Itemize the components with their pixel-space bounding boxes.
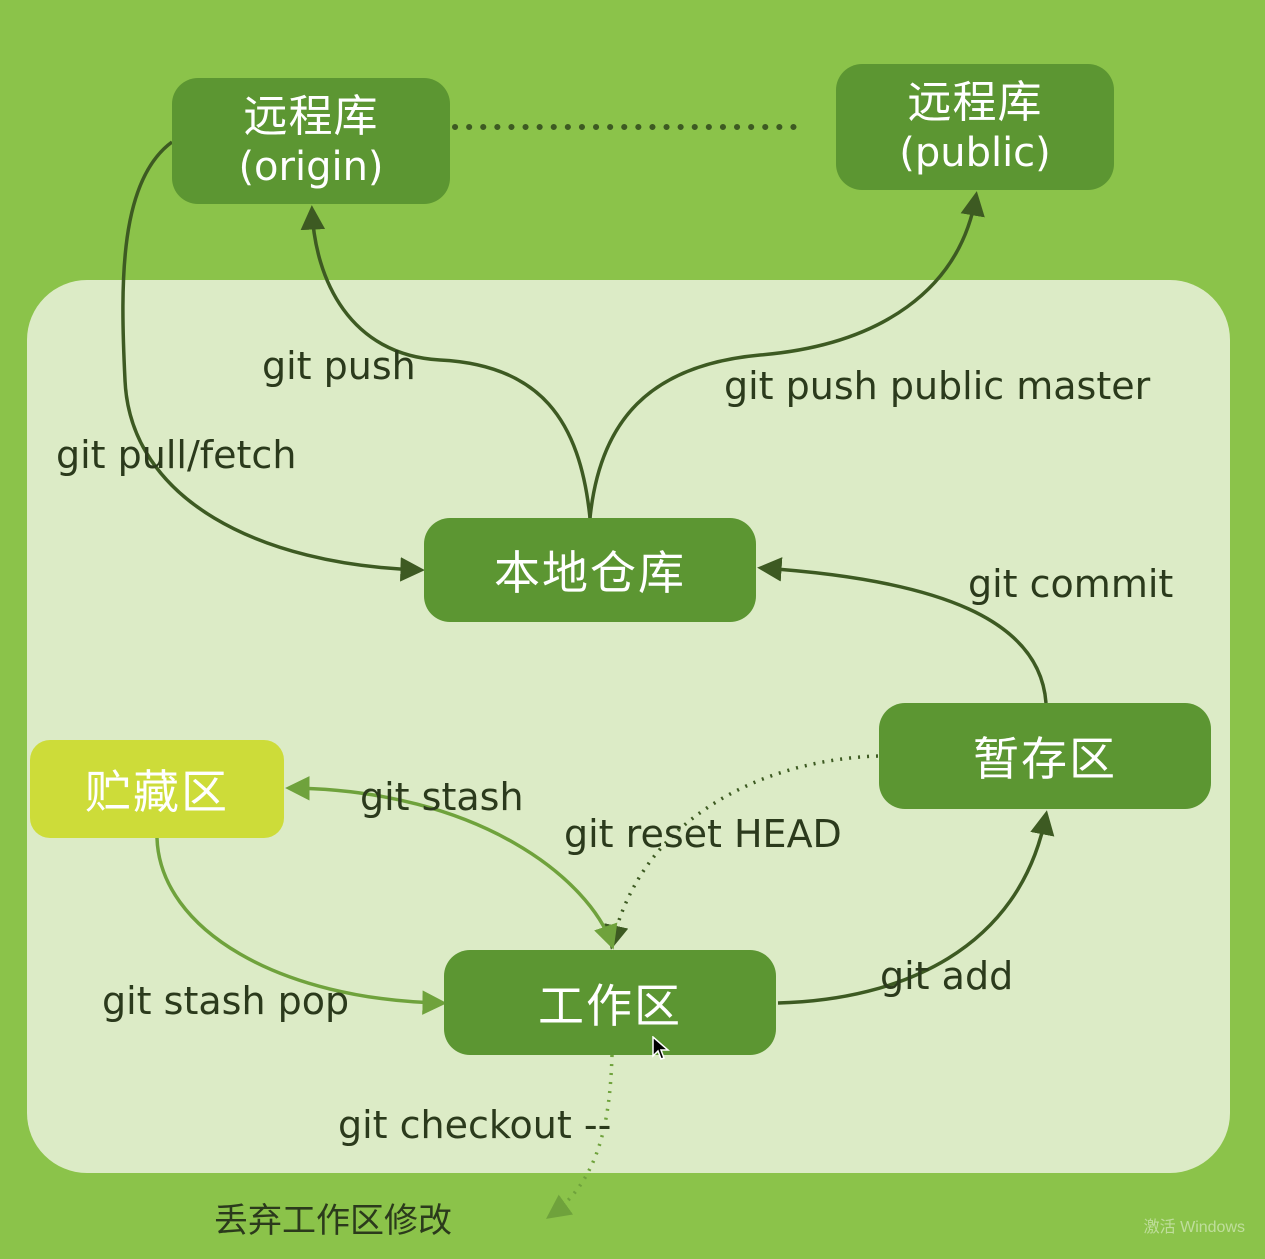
- node-working-dir: 工作区: [444, 950, 776, 1055]
- node-staging-area: 暂存区: [879, 703, 1211, 809]
- label-git-push: git push: [262, 344, 416, 388]
- label-git-pull-fetch: git pull/fetch: [56, 433, 297, 477]
- edge-git-push-public: [588, 191, 985, 519]
- node-public: 远程库 (public): [836, 64, 1114, 190]
- label-git-commit: git commit: [968, 562, 1174, 606]
- label-git-add: git add: [880, 954, 1014, 998]
- node-stash-area-title: 贮藏区: [85, 765, 229, 819]
- node-staging-area-title: 暂存区: [973, 732, 1117, 786]
- label-git-push-public: git push public master: [724, 364, 1151, 408]
- node-origin-title: 远程库: [243, 91, 379, 142]
- node-stash-area: 贮藏区: [30, 740, 284, 838]
- node-local-repo: 本地仓库: [424, 518, 756, 622]
- node-origin: 远程库 (origin): [172, 78, 450, 204]
- label-git-stash-pop: git stash pop: [102, 979, 350, 1023]
- label-git-stash: git stash: [360, 775, 524, 819]
- watermark-text: 激活 Windows: [1143, 1219, 1245, 1236]
- node-local-repo-title: 本地仓库: [494, 546, 686, 600]
- mouse-cursor-icon: [652, 1036, 670, 1060]
- label-git-checkout: git checkout --: [338, 1103, 612, 1147]
- node-working-dir-title: 工作区: [538, 978, 682, 1033]
- node-public-subtitle: (public): [899, 130, 1051, 176]
- node-public-title: 远程库: [907, 77, 1043, 128]
- note-discard-changes: 丢弃工作区修改: [214, 1201, 452, 1241]
- node-origin-subtitle: (origin): [238, 144, 384, 190]
- label-git-reset-head: git reset HEAD: [564, 812, 842, 856]
